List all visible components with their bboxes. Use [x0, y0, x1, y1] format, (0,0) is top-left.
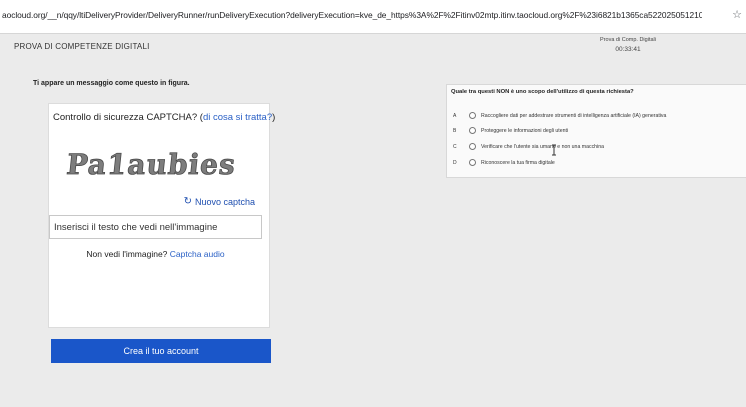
option-label: Riconoscere la tua firma digitale [481, 159, 555, 166]
audio-captcha-line: Non vedi l'immagine? Captcha audio [49, 249, 262, 259]
what-is-captcha-link[interactable]: di cosa si tratta? [203, 112, 272, 123]
mouse-cursor-icon [552, 144, 556, 156]
option-letter: A [453, 113, 457, 119]
exam-title: PROVA DI COMPETENZE DIGITALI [14, 42, 150, 51]
captcha-heading-suffix: ) [272, 112, 276, 123]
captcha-image-text: Pa1aubies [65, 148, 238, 181]
option-b[interactable]: B Proteggere le informazioni degli utent… [447, 126, 743, 138]
star-icon[interactable]: ☆ [731, 9, 743, 21]
radio-button[interactable] [469, 143, 476, 150]
instruction-text: Ti appare un messaggio come questo in fi… [33, 80, 190, 87]
radio-button[interactable] [469, 112, 476, 119]
exam-header: PROVA DI COMPETENZE DIGITALI Prova di Co… [0, 34, 746, 64]
refresh-icon: ↻ [183, 196, 192, 207]
captcha-input[interactable] [49, 215, 262, 239]
create-account-button[interactable]: Crea il tuo account [51, 339, 271, 363]
captcha-heading: Controllo di sicurezza CAPTCHA? (di cosa… [53, 112, 275, 123]
option-label: Verificare che l'utente sia umano e non … [481, 143, 604, 150]
option-label: Raccogliere dati per addestrare strument… [481, 112, 667, 119]
timer-value: 00:33:41 [615, 46, 641, 53]
audio-captcha-link[interactable]: Captcha audio [170, 249, 225, 259]
new-captcha-button[interactable]: ↻ Nuovo captcha [183, 196, 255, 208]
option-c[interactable]: C Verificare che l'utente sia umano e no… [447, 142, 743, 154]
question-panel: Quale tra questi NON è uno scopo dell'ut… [446, 84, 746, 178]
option-a[interactable]: A Raccogliere dati per addestrare strume… [447, 111, 743, 123]
timer-label: Prova di Comp. Digitali [600, 37, 656, 43]
url-text[interactable]: aocloud.org/__n/qqy/ltiDeliveryProvider/… [2, 10, 702, 20]
captcha-image: Pa1aubies [65, 148, 238, 182]
question-stimulus: Ti appare un messaggio come questo in fi… [0, 64, 275, 407]
option-label: Proteggere le informazioni degli utenti [481, 127, 569, 134]
option-letter: D [453, 160, 457, 166]
captcha-widget: Controllo di sicurezza CAPTCHA? (di cosa… [48, 103, 275, 328]
captcha-heading-prefix: Controllo di sicurezza CAPTCHA? ( [53, 112, 203, 123]
new-captcha-label: Nuovo captcha [194, 197, 255, 207]
option-letter: B [453, 128, 457, 134]
radio-button[interactable] [469, 159, 476, 166]
browser-address-bar[interactable]: aocloud.org/__n/qqy/ltiDeliveryProvider/… [0, 0, 746, 34]
option-d[interactable]: D Riconoscere la tua firma digitale [447, 158, 743, 170]
audio-prefix: Non vedi l'immagine? [86, 249, 170, 259]
question-text: Quale tra questi NON è uno scopo dell'ut… [451, 89, 634, 95]
option-letter: C [453, 144, 457, 150]
radio-button[interactable] [469, 127, 476, 134]
